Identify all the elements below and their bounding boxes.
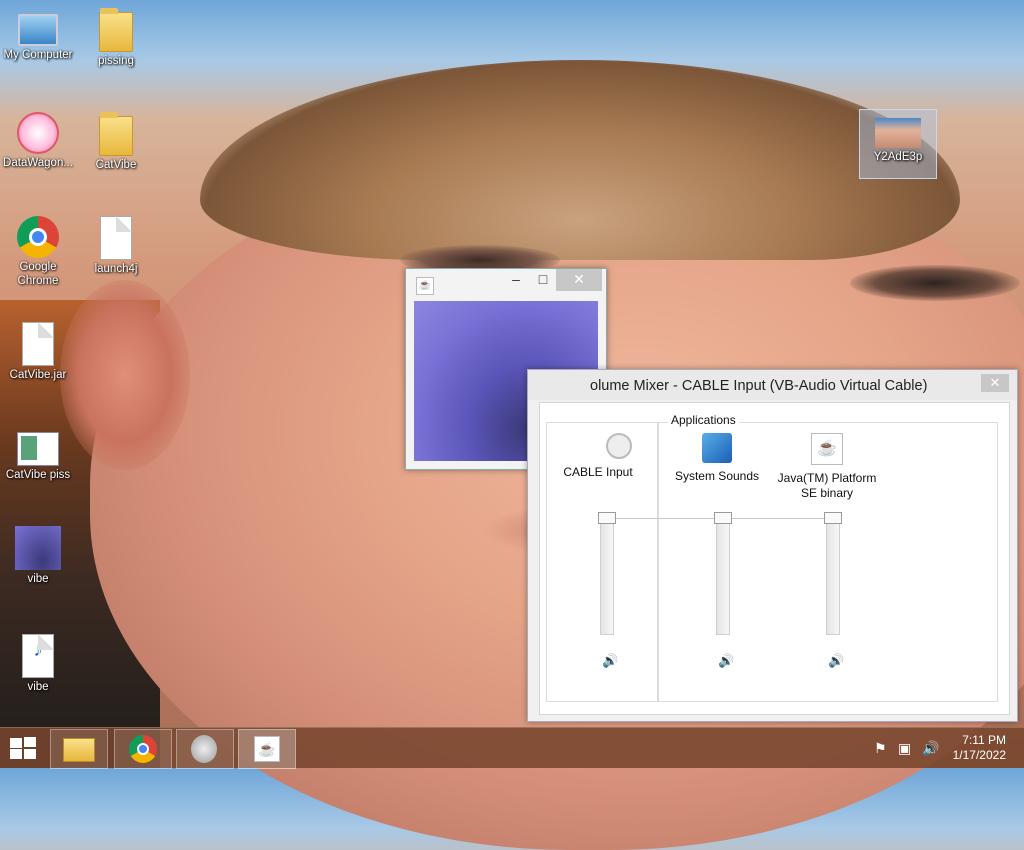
volume-thumb-cable-input[interactable] [598,512,616,524]
speaker-icon [191,735,217,763]
image-thumbnail-icon [15,526,61,570]
channel-label: Java(TM) Platform SE binary [777,471,877,500]
image-thumbnail-icon [875,118,921,148]
desktop-icon-vibe-image[interactable]: vibe [0,526,76,586]
taskbar-google-chrome[interactable] [114,729,172,769]
mixer-panel: Applications CABLE Input 🔊 System Sounds… [539,402,1010,715]
start-button[interactable] [8,736,36,760]
volume-mixer-window[interactable]: olume Mixer - CABLE Input (VB-Audio Virt… [527,369,1018,722]
system-sounds-icon [702,433,732,463]
mixer-close-button[interactable]: ✕ [981,374,1009,392]
channel-system-sounds: System Sounds [665,433,769,484]
close-button[interactable]: ✕ [556,269,602,291]
desktop-icon-catvibe-piss[interactable]: CatVibe piss [0,426,76,482]
mixer-title: olume Mixer - CABLE Input (VB-Audio Virt… [590,378,928,394]
java-icon: ☕ [811,433,843,465]
taskbar-file-explorer[interactable] [50,729,108,769]
taskbar-volume[interactable] [176,729,234,769]
mute-button-system-sounds[interactable]: 🔊 [718,653,734,669]
volume-thumb-java[interactable] [824,512,842,524]
tray-volume-icon[interactable]: 🔊 [922,740,939,757]
volume-slider-cable-input[interactable] [600,515,614,635]
desktop-icon-datawagon[interactable]: DataWagon... [0,112,76,170]
chrome-icon [129,735,157,763]
java-icon: ☕ [254,736,280,762]
speaker-device-icon [606,433,632,459]
taskbar: ☕ ⚑ ▣ 🔊 7:11 PM 1/17/2022 [0,727,1024,769]
java-window-titlebar[interactable]: ☕ – □ ✕ [406,269,606,299]
file-icon [100,216,132,260]
action-center-flag-icon[interactable]: ⚑ [874,740,887,757]
folder-icon [99,112,133,156]
desktop-icon-y2ade3p[interactable]: Y2AdE3p [859,109,937,179]
datawagon-icon [17,112,59,154]
computer-icon [18,14,58,46]
desktop-icon-my-computer[interactable]: My Computer [0,8,76,62]
mixer-titlebar[interactable]: olume Mixer - CABLE Input (VB-Audio Virt… [528,370,1017,400]
clock-date: 1/17/2022 [952,748,1006,762]
channel-java: ☕ Java(TM) Platform SE binary [775,433,879,501]
folder-icon [99,8,133,52]
applications-label: Applications [668,413,739,427]
minimize-button[interactable]: – [501,269,531,291]
desktop-icon-pissing[interactable]: pissing [78,8,154,68]
volume-thumb-system-sounds[interactable] [714,512,732,524]
app-window-icon [17,432,59,466]
volume-slider-system-sounds[interactable] [716,515,730,635]
system-clock[interactable]: 7:11 PM 1/17/2022 [953,733,1006,763]
channel-cable-input: CABLE Input [546,433,650,480]
desktop-icon-google-chrome[interactable]: Google Chrome [0,216,76,288]
mp3-icon: ♪ [22,634,54,678]
desktop-icon-vibe-mp3[interactable]: ♪ vibe [0,634,76,694]
clock-time: 7:11 PM [962,733,1006,747]
mute-button-cable-input[interactable]: 🔊 [602,653,618,669]
desktop-icon-launch4j[interactable]: launch4j [78,216,154,276]
desktop-icon-catvibe[interactable]: CatVibe [78,112,154,172]
maximize-button[interactable]: □ [528,269,558,291]
java-icon: ☕ [416,277,434,295]
chrome-icon [17,216,59,258]
mute-button-java[interactable]: 🔊 [828,653,844,669]
desktop-icon-catvibe-jar[interactable]: CatVibe.jar [0,322,76,382]
network-icon[interactable]: ▣ [898,740,911,757]
channel-label: CABLE Input [563,465,633,479]
taskbar-java[interactable]: ☕ [238,729,296,769]
channel-label: System Sounds [674,469,760,483]
volume-slider-java[interactable] [826,515,840,635]
file-explorer-icon [63,738,95,762]
file-icon [22,322,54,366]
